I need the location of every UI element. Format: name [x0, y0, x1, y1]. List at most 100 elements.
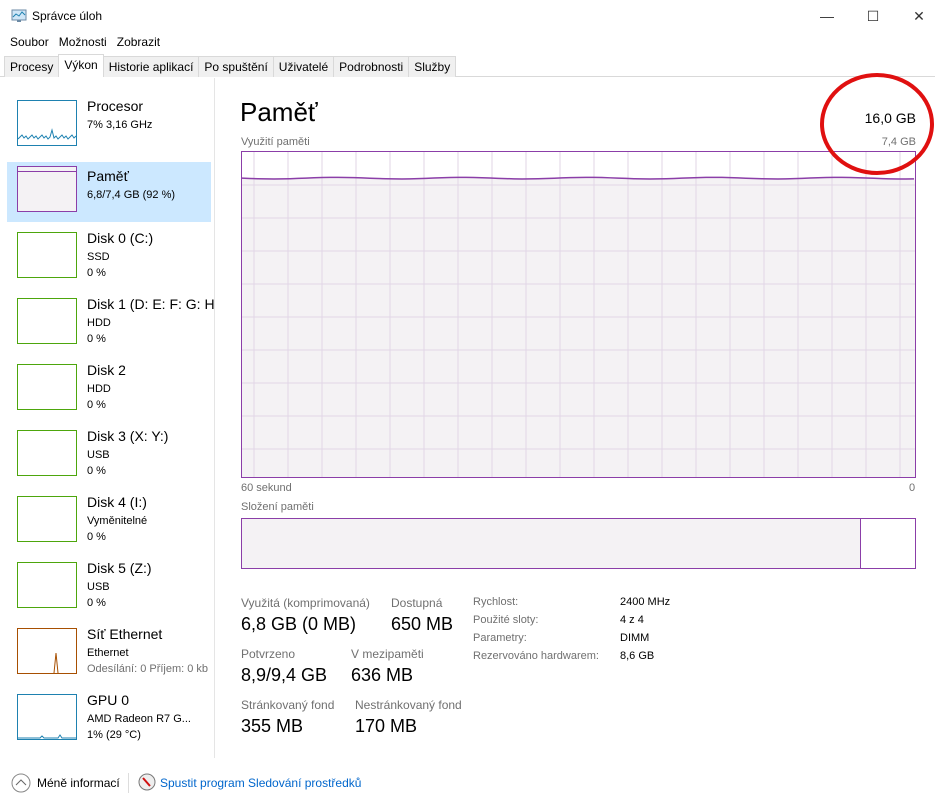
less-info-button[interactable]: Méně informací — [37, 776, 120, 790]
detail-value: DIMM — [620, 632, 650, 644]
sidebar-item[interactable]: Paměť 6,8/7,4 GB (92 %) — [7, 162, 211, 222]
sidebar-item-name: Disk 3 (X: Y:) — [87, 428, 169, 444]
sidebar-item[interactable]: Disk 4 (I:) Vyměnitelné 0 % — [7, 494, 211, 554]
memory-composition-bar — [241, 518, 916, 569]
tab-po-spusteni[interactable]: Po spuštění — [198, 56, 274, 77]
stat-value: 650 MB — [391, 614, 454, 634]
minimize-button[interactable]: — — [804, 0, 850, 32]
sidebar-item-sub: USB — [87, 581, 110, 593]
stat-value: 355 MB — [241, 716, 304, 736]
usage-label: Využití paměti — [241, 136, 310, 148]
sidebar-item[interactable]: Disk 0 (C:) SSD 0 % — [7, 230, 211, 290]
sidebar-item[interactable]: Disk 5 (Z:) USB 0 % — [7, 560, 211, 620]
divider — [128, 773, 129, 793]
sidebar-item-value: Odesílání: 0 Příjem: 0 kb — [87, 663, 209, 675]
sidebar-item-sub: Ethernet — [87, 647, 129, 659]
tab-historie[interactable]: Historie aplikací — [102, 56, 200, 77]
thumbnail-graph — [17, 562, 77, 608]
stat-value: 8,9/9,4 GB — [241, 665, 328, 685]
sidebar-item-name: Disk 4 (I:) — [87, 494, 147, 510]
sidebar-item[interactable]: GPU 0 AMD Radeon R7 G... 1% (29 °C) — [7, 692, 211, 752]
sidebar-item-sub: 7% 3,16 GHz — [87, 119, 153, 131]
sidebar-item-value: 0 % — [87, 597, 106, 609]
sidebar-item-name: Disk 1 (D: E: F: G: H — [87, 296, 215, 312]
tab-uzivatele[interactable]: Uživatelé — [272, 56, 335, 77]
sidebar-item-sub: HDD — [87, 317, 111, 329]
tab-vykon[interactable]: Výkon — [58, 54, 104, 77]
sidebar-item-name: Paměť — [87, 168, 129, 184]
sidebar-item-sub: SSD — [87, 251, 110, 263]
thumbnail-graph — [17, 166, 77, 212]
stat-label: Nestránkovaný fond — [355, 698, 462, 712]
menu-soubor[interactable]: Soubor — [5, 33, 54, 51]
detail-label: Rychlost: — [473, 596, 519, 608]
sidebar-item-sub: USB — [87, 449, 110, 461]
stat-label: Dostupná — [391, 596, 443, 610]
sidebar-item-value: 0 % — [87, 399, 106, 411]
detail-label: Rezervováno hardwarem: — [473, 650, 599, 662]
resource-monitor-icon — [138, 773, 156, 791]
sidebar-item[interactable]: Disk 3 (X: Y:) USB 0 % — [7, 428, 211, 488]
sidebar-item-name: Procesor — [87, 98, 144, 114]
composition-label: Složení paměti — [241, 501, 314, 513]
stat-label: Potvrzeno — [241, 647, 296, 661]
sidebar-item-value: 0 % — [87, 333, 106, 345]
thumbnail-graph — [17, 364, 77, 410]
sidebar-item-name: GPU 0 — [87, 692, 130, 708]
task-manager-icon — [11, 9, 27, 22]
resource-monitor-link[interactable]: Spustit program Sledování prostředků — [160, 776, 361, 790]
sidebar-item[interactable]: Síť Ethernet Ethernet Odesílání: 0 Příje… — [7, 626, 211, 686]
thumbnail-graph — [17, 628, 77, 674]
thumbnail-graph — [17, 232, 77, 278]
sidebar-item-name: Disk 5 (Z:) — [87, 560, 152, 576]
sidebar-item-sub: 6,8/7,4 GB (92 %) — [87, 189, 176, 201]
stat-value: 636 MB — [351, 665, 414, 685]
sidebar-item[interactable]: Disk 1 (D: E: F: G: H HDD 0 % — [7, 296, 215, 356]
menu-bar: Soubor Možnosti Zobrazit — [0, 33, 935, 51]
thumbnail-graph — [17, 496, 77, 542]
sidebar-item-value: 0 % — [87, 267, 106, 279]
detail-value: 2400 MHz — [620, 596, 671, 608]
detail-value: 4 z 4 — [620, 614, 644, 626]
menu-moznosti[interactable]: Možnosti — [54, 33, 112, 51]
sidebar-item-sub: Vyměnitelné — [87, 515, 148, 527]
sidebar-item[interactable]: Disk 2 HDD 0 % — [7, 362, 211, 422]
sidebar-item-name: Disk 0 (C:) — [87, 230, 154, 246]
usage-area — [242, 178, 915, 477]
thumbnail-graph — [17, 694, 77, 740]
footer: Méně informací Spustit program Sledování… — [0, 770, 935, 796]
sidebar-item-value: 0 % — [87, 465, 106, 477]
sidebar-item-value: 1% (29 °C) — [87, 729, 141, 741]
sidebar-item-name: Disk 2 — [87, 362, 126, 378]
sidebar-item-sub: HDD — [87, 383, 111, 395]
memory-usage-graph — [241, 151, 916, 478]
time-right-label: 0 — [909, 482, 916, 494]
close-button[interactable]: ✕ — [896, 0, 935, 32]
title-bar: Správce úloh — ☐ ✕ — [0, 0, 935, 32]
tab-procesy[interactable]: Procesy — [4, 56, 60, 77]
stat-label: Stránkovaný fond — [241, 698, 335, 712]
tab-podrobnosti[interactable]: Podrobnosti — [333, 56, 410, 77]
stat-label: V mezipaměti — [351, 647, 424, 661]
detail-label: Parametry: — [473, 632, 527, 644]
in-use-segment — [242, 519, 862, 568]
stat-value: 6,8 GB (0 MB) — [241, 614, 357, 634]
detail-label: Použité sloty: — [473, 614, 539, 626]
tab-bar: Procesy Výkon Historie aplikací Po spušt… — [0, 54, 935, 77]
maximize-button[interactable]: ☐ — [850, 0, 896, 32]
chevron-up-circle-icon[interactable] — [11, 773, 31, 793]
thumbnail-graph — [17, 100, 77, 146]
sidebar-item[interactable]: Procesor 7% 3,16 GHz — [7, 98, 211, 158]
sidebar-item-sub: AMD Radeon R7 G... — [87, 713, 191, 725]
thumbnail-graph — [17, 430, 77, 476]
detail-value: 8,6 GB — [620, 650, 655, 662]
window-title: Správce úloh — [32, 9, 103, 23]
menu-zobrazit[interactable]: Zobrazit — [112, 33, 165, 51]
thumbnail-graph — [17, 298, 77, 344]
stat-value: 170 MB — [355, 716, 418, 736]
resource-sidebar: Procesor 7% 3,16 GHz Paměť 6,8/7,4 GB (9… — [0, 78, 215, 758]
stat-label: Využitá (komprimovaná) — [241, 596, 370, 610]
tab-sluzby[interactable]: Služby — [408, 56, 457, 77]
sidebar-item-value: 0 % — [87, 531, 106, 543]
sidebar-item-name: Síť Ethernet — [87, 626, 163, 642]
